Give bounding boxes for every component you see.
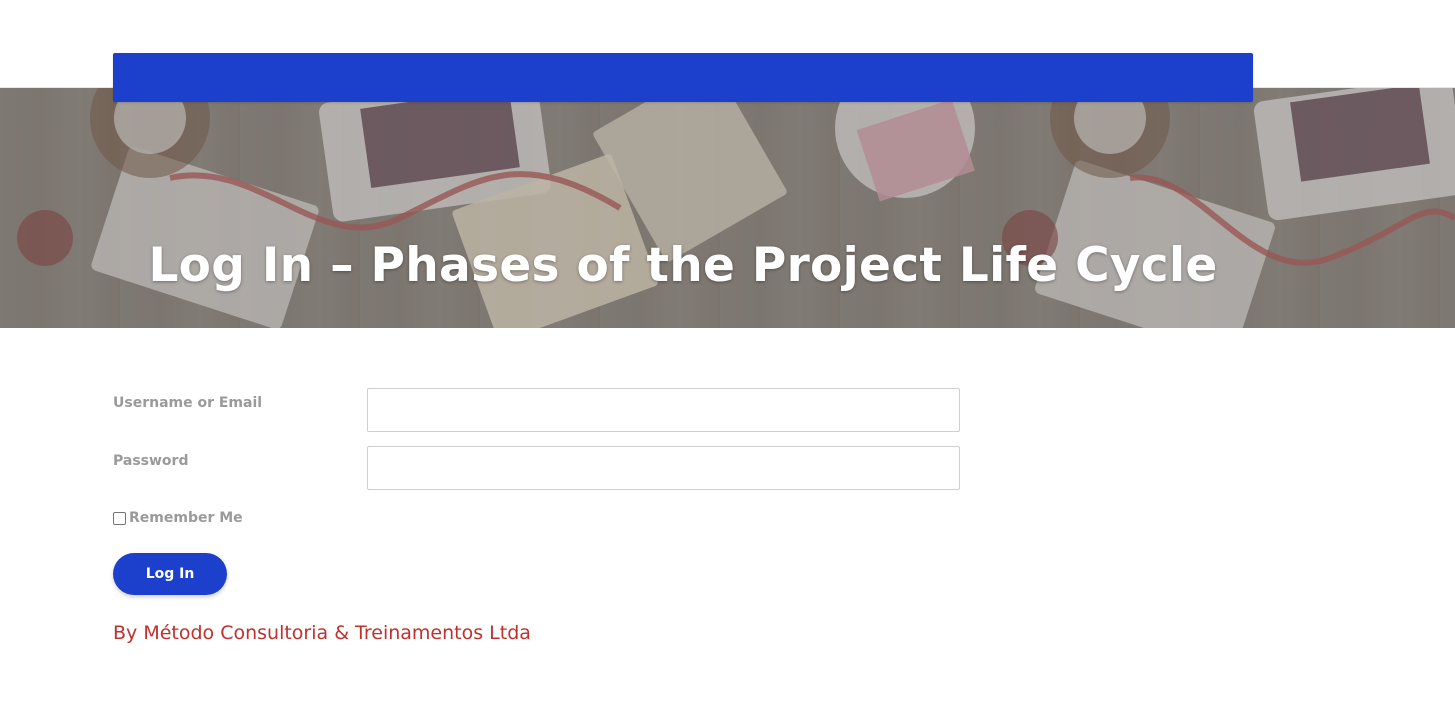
password-row: Password [113, 446, 963, 490]
login-button[interactable]: Log In [113, 553, 227, 595]
password-input[interactable] [367, 446, 960, 490]
company-byline: By Método Consultoria & Treinamentos Ltd… [113, 622, 531, 644]
remember-me-checkbox[interactable] [113, 511, 126, 525]
remember-me-row: Remember Me [113, 510, 243, 526]
password-label: Password [113, 453, 189, 469]
username-label: Username or Email [113, 395, 263, 411]
page-title: Log In – Phases of the Project Life Cycl… [148, 238, 1218, 293]
username-input[interactable] [367, 388, 960, 432]
username-row: Username or Email [113, 388, 963, 432]
hero-banner: Log In – Phases of the Project Life Cycl… [0, 88, 1455, 328]
remember-me-label[interactable]: Remember Me [129, 510, 243, 526]
navigation-bar [113, 53, 1253, 102]
